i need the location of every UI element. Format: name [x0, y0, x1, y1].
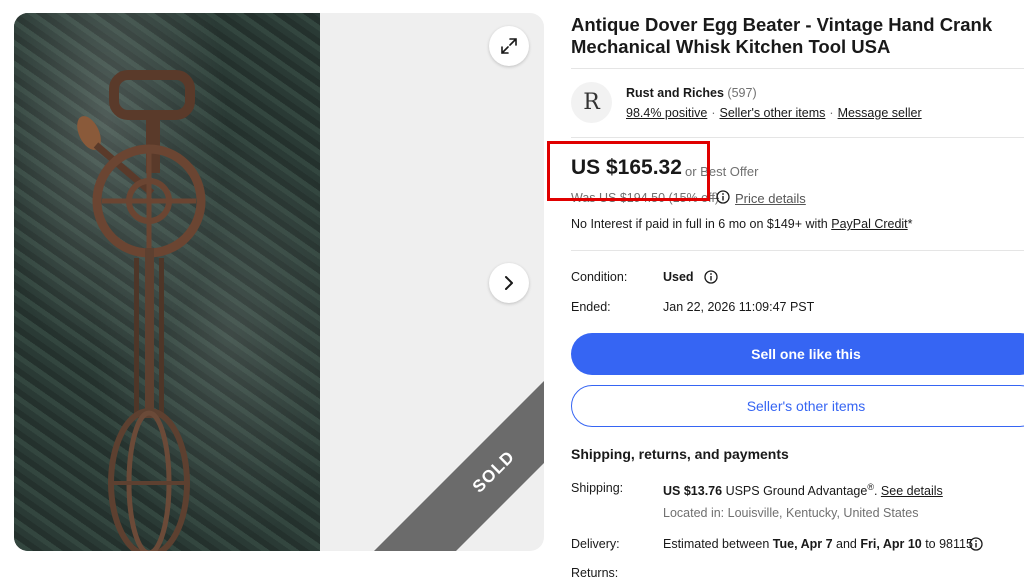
price-highlight-box: [547, 141, 710, 201]
delivery-and: and: [836, 537, 857, 551]
price-details-link[interactable]: Price details: [735, 191, 806, 206]
shipping-label: Shipping:: [571, 481, 624, 495]
image-gallery: SOLD: [14, 13, 544, 551]
registered-mark: ®: [867, 482, 874, 492]
condition-label: Condition:: [571, 270, 628, 284]
divider: [571, 137, 1024, 138]
seller-info: Rust and Riches (597): [626, 86, 757, 100]
sell-one-like-this-button[interactable]: Sell one like this: [571, 333, 1024, 375]
shipping-section-title: Shipping, returns, and payments: [571, 446, 789, 462]
next-image-button[interactable]: [489, 263, 529, 303]
sellers-other-items-button[interactable]: Seller's other items: [571, 385, 1024, 427]
seller-name-link[interactable]: Rust and Riches: [626, 86, 724, 100]
seller-other-items-link[interactable]: Seller's other items: [719, 106, 825, 120]
info-icon[interactable]: [969, 537, 983, 551]
delivery-prefix: Estimated between: [663, 537, 770, 551]
financing-prefix: No Interest if paid in full in 6 mo on $…: [571, 217, 828, 231]
message-seller-link[interactable]: Message seller: [838, 106, 922, 120]
seller-positive-link[interactable]: 98.4% positive: [626, 106, 707, 120]
delivery-start: Tue, Apr 7: [772, 537, 833, 551]
expand-icon: [501, 38, 517, 54]
seller-feedback-count: (597): [727, 86, 757, 100]
ended-label: Ended:: [571, 300, 611, 314]
item-location: Located in: Louisville, Kentucky, United…: [663, 506, 919, 520]
sold-label: SOLD: [468, 446, 519, 497]
info-icon[interactable]: [716, 190, 730, 204]
sold-ribbon: SOLD: [367, 345, 544, 551]
condition-value: Used: [663, 270, 694, 284]
listing-title: Antique Dover Egg Beater - Vintage Hand …: [571, 14, 993, 57]
avatar-letter: R: [583, 90, 600, 115]
delivery-zip: to 98115: [925, 537, 973, 551]
egg-beater-illustration: [77, 70, 206, 551]
ended-value: Jan 22, 2026 11:09:47 PST: [663, 300, 815, 314]
paypal-credit-link[interactable]: PayPal Credit: [831, 217, 907, 231]
delivery-end: Fri, Apr 10: [860, 537, 922, 551]
shipping-value: US $13.76 USPS Ground Advantage®. See de…: [663, 482, 943, 499]
shipping-cost: US $13.76: [663, 484, 723, 499]
shipping-service: USPS Ground Advantage: [725, 484, 868, 499]
seller-links: 98.4% positive · Seller's other items · Mess…: [626, 106, 922, 120]
returns-label: Returns:: [571, 566, 619, 580]
info-icon[interactable]: [704, 270, 718, 284]
product-photo[interactable]: [14, 13, 320, 551]
chevron-right-icon: [505, 276, 513, 290]
divider: [571, 68, 1024, 69]
divider: [571, 250, 1024, 251]
delivery-label: Delivery:: [571, 537, 620, 551]
expand-image-button[interactable]: [489, 26, 529, 66]
financing-text: No Interest if paid in full in 6 mo on $…: [571, 217, 913, 231]
shipping-see-details-link[interactable]: See details: [881, 484, 943, 498]
seller-avatar[interactable]: R: [571, 82, 612, 123]
delivery-value: Estimated between Tue, Apr 7 and Fri, Ap…: [663, 537, 973, 551]
financing-suffix: *: [907, 217, 913, 231]
